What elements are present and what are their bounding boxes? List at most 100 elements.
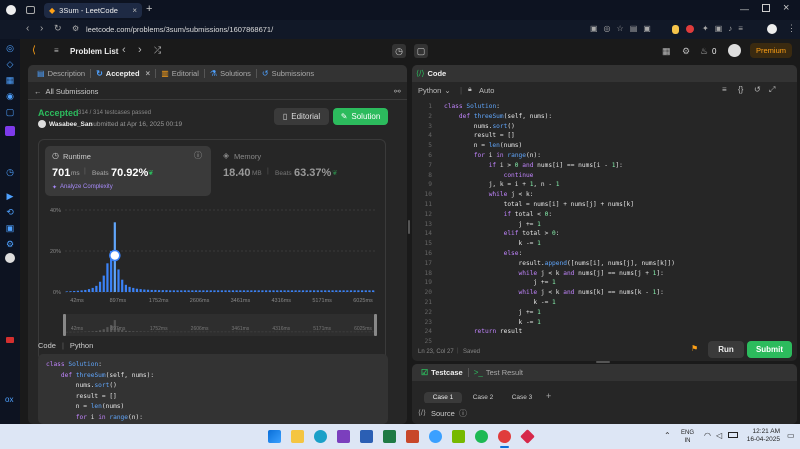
sidebar-clock-icon[interactable]: ◷ — [4, 167, 16, 179]
problem-list-link[interactable]: Problem List — [70, 47, 118, 56]
reload-icon[interactable]: ↻ — [54, 23, 62, 34]
code-line[interactable]: 1 class Solution: — [412, 102, 797, 112]
start-icon[interactable] — [268, 430, 281, 443]
tab-testcase[interactable]: ☑ Testcase — [416, 368, 468, 377]
browser-menu-icon[interactable] — [6, 5, 16, 15]
word-icon[interactable] — [360, 430, 373, 443]
extension-orange-icon[interactable] — [672, 25, 679, 34]
sidebar-opera-icon[interactable]: ◎ — [4, 43, 16, 55]
language-select[interactable]: Python ⌄ — [418, 86, 451, 95]
extension-red-icon[interactable] — [686, 25, 694, 33]
powerpoint-icon[interactable] — [406, 430, 419, 443]
code-line[interactable]: 5 n = len(nums) — [412, 141, 797, 151]
sidebar-dot-icon[interactable] — [5, 253, 15, 263]
minimize-icon[interactable]: — — [740, 4, 749, 14]
code-line[interactable]: 18 while j < k and nums[j] == nums[j + 1… — [412, 269, 797, 279]
close-window-icon[interactable]: × — [783, 2, 789, 14]
problem-list-icon[interactable]: ≡ — [54, 46, 59, 55]
diamond-app-icon[interactable] — [520, 429, 535, 444]
code-line[interactable]: 21 k -= 1 — [412, 298, 797, 308]
code-line[interactable]: 17 result.append([nums[i], nums[j], nums… — [412, 259, 797, 269]
back-icon[interactable]: ‹ — [26, 23, 29, 34]
sidebar-box-icon[interactable]: ▣ — [4, 223, 16, 235]
code-line[interactable]: 16 else: — [412, 249, 797, 259]
sidebar-settings-icon[interactable]: ⚙ — [4, 239, 16, 251]
braces-icon[interactable]: {} — [738, 85, 743, 94]
user-avatar[interactable] — [728, 44, 741, 57]
new-tab-button[interactable]: + — [146, 3, 152, 15]
fullscreen-icon[interactable]: ⤢ — [769, 85, 775, 95]
more-menu-icon[interactable]: ⋮ — [787, 23, 796, 34]
layout-icon[interactable]: ▦ — [662, 46, 671, 57]
sidebar-more-icon[interactable]: ox — [5, 395, 13, 404]
leetcode-logo-icon[interactable]: ⟨ — [32, 45, 36, 56]
next-problem-icon[interactable]: › — [138, 44, 142, 56]
opera-icon[interactable] — [498, 430, 511, 443]
code-editor[interactable]: 1 class Solution: 2 def threeSum(self, num… — [412, 102, 797, 345]
sidebar-whatsapp-icon[interactable]: ◉ — [4, 91, 16, 103]
add-case-button[interactable]: + — [546, 391, 551, 401]
code-line[interactable]: 9 j, k = i + 1, n - 1 — [412, 180, 797, 190]
help-icon[interactable]: ⓘ — [459, 408, 467, 419]
runtime-box[interactable]: ◷ Runtime ⓘ 701 ms | Beats 70.92% ❦ ✦ Ana… — [45, 146, 211, 196]
site-info-icon[interactable]: ⚙ — [72, 24, 79, 33]
wifi-icon[interactable]: ◠ — [704, 431, 711, 440]
source-link[interactable]: Source — [431, 409, 455, 418]
analyze-complexity-link[interactable]: ✦ Analyze Complexity — [52, 184, 113, 191]
submitted-code-preview[interactable]: class Solution: def threeSum(self, nums)… — [38, 354, 388, 424]
reset-icon[interactable]: ↺ — [754, 85, 761, 94]
tab-test-result[interactable]: >_ Test Result — [469, 368, 528, 377]
excel-icon[interactable] — [383, 430, 396, 443]
sidebar-active-icon[interactable] — [5, 126, 15, 136]
code-line[interactable]: 22 j += 1 — [412, 308, 797, 318]
all-submissions-link[interactable]: ← All Submissions — [34, 87, 98, 96]
nvidia-icon[interactable] — [452, 430, 465, 443]
run-button[interactable]: Run — [708, 341, 744, 358]
close-tab-icon[interactable]: × — [146, 69, 151, 78]
profile-avatar[interactable] — [767, 24, 777, 34]
code-line[interactable]: 13 j += 1 — [412, 220, 797, 230]
tab-submissions[interactable]: ↺ Submissions — [257, 69, 319, 78]
tab-description[interactable]: ▤ Description — [32, 69, 90, 78]
app-icon[interactable] — [429, 430, 442, 443]
hint-icon[interactable]: ⚑ — [691, 344, 698, 353]
sidebar-player-icon[interactable]: ▶ — [4, 191, 16, 203]
submitter-name[interactable]: Wasabee_San — [49, 121, 92, 128]
maximize-icon[interactable] — [762, 4, 770, 12]
prev-problem-icon[interactable]: ‹ — [122, 44, 126, 56]
code-line[interactable]: 10 while j < k: — [412, 190, 797, 200]
range-handle-right[interactable] — [374, 314, 377, 336]
code-line[interactable]: 15 k -= 1 — [412, 239, 797, 249]
memory-box[interactable]: ◈ Memory 18.40 MB | Beats 63.37% ❦ — [217, 146, 377, 196]
tab-accepted[interactable]: ↻ Accepted × — [91, 69, 155, 78]
browser-tab[interactable]: ◆ 3Sum - LeetCode × — [44, 3, 142, 18]
sidebar-history-icon[interactable]: ⟲ — [4, 207, 16, 219]
code-line[interactable]: 14 elif total > 0: — [412, 229, 797, 239]
onenote-icon[interactable] — [337, 430, 350, 443]
close-tab-icon[interactable]: × — [132, 6, 137, 15]
tab-solutions[interactable]: ⚗ Solutions — [205, 69, 256, 78]
horizontal-resize-handle[interactable] — [596, 361, 610, 363]
code-line[interactable]: 3 nums.sort() — [412, 122, 797, 132]
vertical-resize-handle[interactable] — [408, 220, 410, 234]
streak-fire-icon[interactable]: ♨ — [700, 46, 708, 57]
range-handle-left[interactable] — [63, 314, 66, 336]
tab-editorial[interactable]: ▥ Editorial — [156, 69, 204, 78]
ext-icons[interactable]: ▣◎☆▤▣ — [590, 24, 657, 33]
settings-icon[interactable]: ⚙ — [682, 46, 690, 57]
share-link-icon[interactable]: ⚯ — [394, 87, 401, 96]
submit-button[interactable]: Submit — [747, 341, 792, 358]
info-icon[interactable]: ⓘ — [194, 150, 202, 161]
notification-icon[interactable]: ▭ — [787, 431, 795, 440]
shuffle-icon[interactable]: ⤮ — [154, 45, 161, 56]
code-line[interactable]: 8 continue — [412, 171, 797, 181]
battery-icon[interactable] — [728, 432, 738, 438]
sidebar-instagram-icon[interactable]: ▢ — [4, 107, 16, 119]
edge-icon[interactable] — [314, 430, 327, 443]
code-line[interactable]: 20 while j < k and nums[k] == nums[k - 1… — [412, 288, 797, 298]
forward-icon[interactable]: › — [40, 23, 43, 34]
code-line[interactable]: 6 for i in range(n): — [412, 151, 797, 161]
premium-button[interactable]: Premium — [750, 43, 792, 58]
code-line[interactable]: 2 def threeSum(self, nums): — [412, 112, 797, 122]
editorial-button[interactable]: ▯ Editorial — [274, 108, 329, 125]
